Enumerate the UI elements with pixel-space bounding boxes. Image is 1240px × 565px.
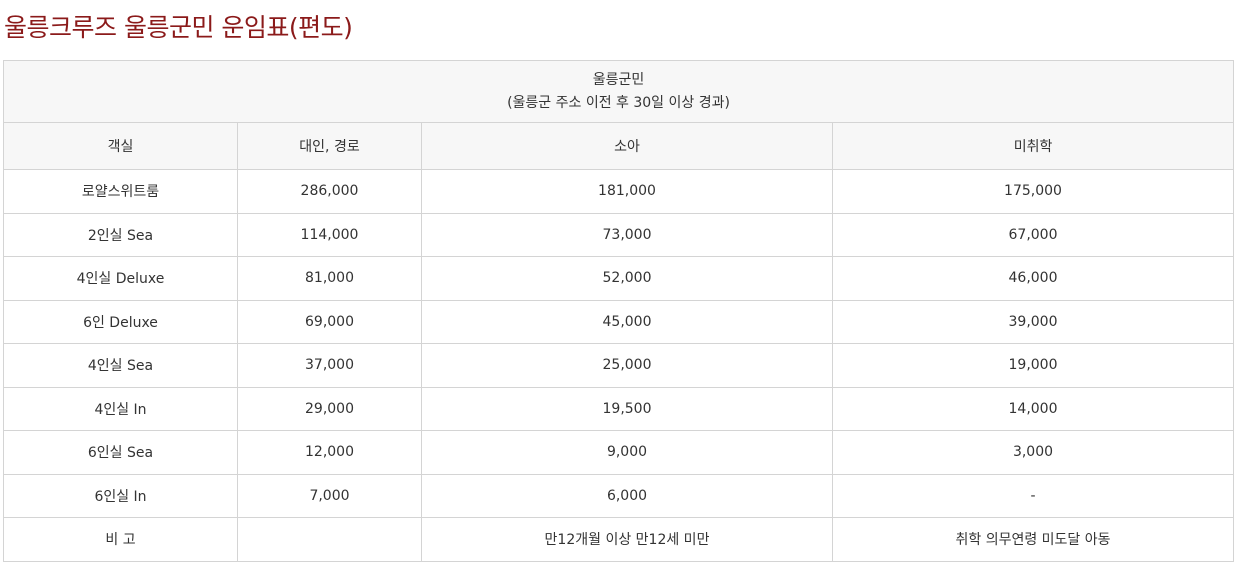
table-row: 4인실 Sea 37,000 25,000 19,000: [3, 343, 1235, 388]
child-fare-cell: 9,000: [421, 430, 833, 475]
table-row: 4인실 Deluxe 81,000 52,000 46,000: [3, 256, 1235, 301]
column-header-adult: 대인, 경로: [237, 122, 422, 170]
table-row: 6인실 Sea 12,000 9,000 3,000: [3, 430, 1235, 475]
child-fare-cell: 73,000: [421, 212, 833, 257]
table-row: 4인실 In 29,000 19,500 14,000: [3, 386, 1235, 431]
table-row: 6인실 In 7,000 6,000 -: [3, 473, 1235, 518]
table-row: 로얄스위트룸 286,000 181,000 175,000: [3, 169, 1235, 214]
column-header-child: 소아: [421, 122, 833, 170]
remarks-label-cell: 비 고: [3, 517, 238, 562]
room-type-cell: 6인 Deluxe: [3, 299, 238, 344]
child-fare-cell: 6,000: [421, 473, 833, 518]
column-header-room: 객실: [3, 122, 238, 170]
remarks-child-cell: 만12개월 이상 만12세 미만: [421, 517, 833, 562]
room-type-cell: 4인실 Deluxe: [3, 256, 238, 301]
adult-fare-cell: 286,000: [237, 169, 422, 214]
preschool-fare-cell: 67,000: [831, 212, 1235, 257]
table-row: 2인실 Sea 114,000 73,000 67,000: [3, 212, 1235, 257]
group-header-condition: (울릉군 주소 이전 후 30일 이상 경과): [507, 94, 730, 111]
fare-table: 울릉군민 (울릉군 주소 이전 후 30일 이상 경과) 객실 대인, 경로 소…: [2, 60, 1235, 562]
preschool-fare-cell: 3,000: [831, 430, 1235, 475]
child-fare-cell: 25,000: [421, 343, 833, 388]
adult-fare-cell: 7,000: [237, 473, 422, 518]
adult-fare-cell: 81,000: [237, 256, 422, 301]
room-type-cell: 4인실 In: [3, 386, 238, 431]
room-type-cell: 4인실 Sea: [3, 343, 238, 388]
room-type-cell: 6인실 In: [3, 473, 238, 518]
preschool-fare-cell: 175,000: [831, 169, 1235, 214]
adult-fare-cell: 37,000: [237, 343, 422, 388]
preschool-fare-cell: 19,000: [831, 343, 1235, 388]
group-header-title: 울릉군민: [592, 71, 645, 88]
remarks-adult-cell: [237, 517, 422, 562]
adult-fare-cell: 29,000: [237, 386, 422, 431]
preschool-fare-cell: 39,000: [831, 299, 1235, 344]
group-header-cell: 울릉군민 (울릉군 주소 이전 후 30일 이상 경과): [2, 60, 1235, 123]
adult-fare-cell: 69,000: [237, 299, 422, 344]
remarks-row: 비 고 만12개월 이상 만12세 미만 취학 의무연령 미도달 아동: [3, 517, 1235, 562]
child-fare-cell: 181,000: [421, 169, 833, 214]
child-fare-cell: 52,000: [421, 256, 833, 301]
room-type-cell: 6인실 Sea: [3, 430, 238, 475]
room-type-cell: 로얄스위트룸: [3, 169, 238, 214]
preschool-fare-cell: -: [831, 473, 1235, 518]
preschool-fare-cell: 14,000: [831, 386, 1235, 431]
column-header-row: 객실 대인, 경로 소아 미취학: [3, 122, 1235, 170]
column-header-preschool: 미취학: [831, 122, 1235, 170]
adult-fare-cell: 114,000: [237, 212, 422, 257]
page-title: 울릉크루즈 울릉군민 운임표(편도): [4, 13, 353, 42]
child-fare-cell: 45,000: [421, 299, 833, 344]
group-header-row: 울릉군민 (울릉군 주소 이전 후 30일 이상 경과): [2, 60, 1235, 123]
room-type-cell: 2인실 Sea: [3, 212, 238, 257]
table-row: 6인 Deluxe 69,000 45,000 39,000: [3, 299, 1235, 344]
preschool-fare-cell: 46,000: [831, 256, 1235, 301]
adult-fare-cell: 12,000: [237, 430, 422, 475]
remarks-preschool-cell: 취학 의무연령 미도달 아동: [831, 517, 1235, 562]
child-fare-cell: 19,500: [421, 386, 833, 431]
